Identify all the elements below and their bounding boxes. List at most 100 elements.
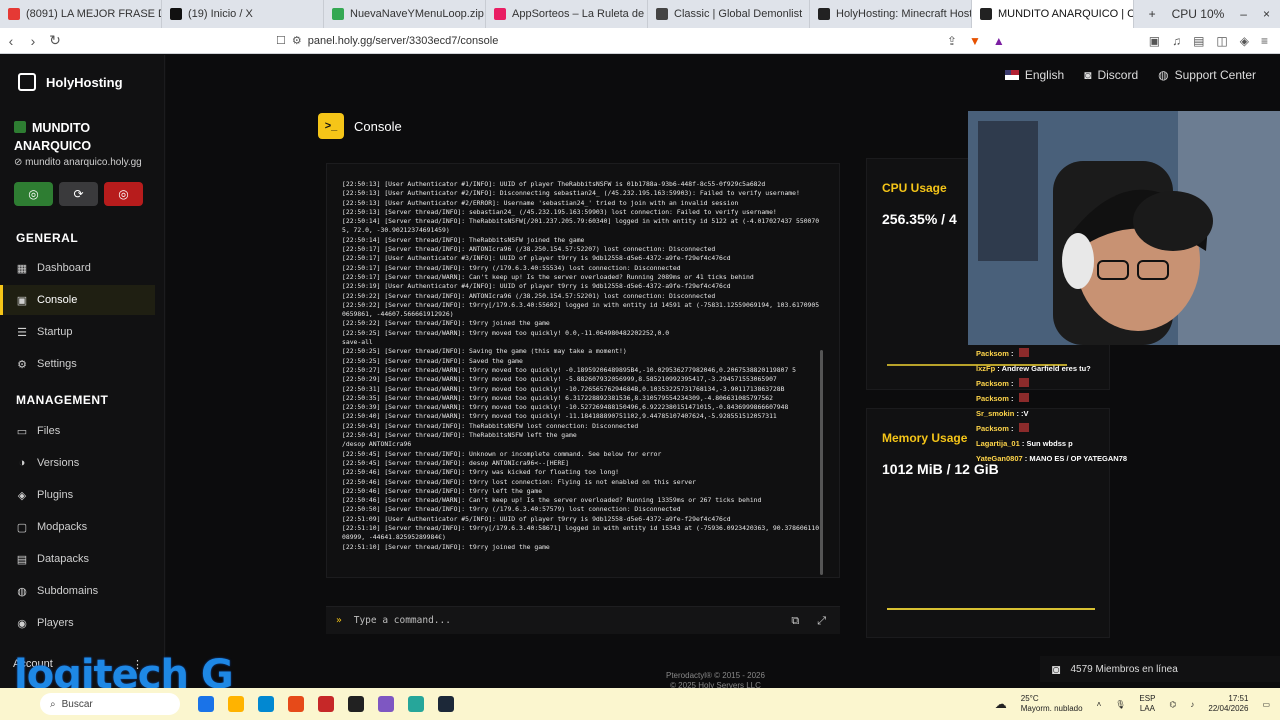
power-controls: ◎ ⟳ ◎ <box>14 182 143 206</box>
power-off-icon: ◎ <box>118 187 129 201</box>
browser-tab[interactable]: MUNDITO ANARQUICO | Conso× <box>972 0 1134 28</box>
console-output[interactable]: [22:50:13] [User Authenticator #1/INFO]:… <box>326 163 840 578</box>
start-button[interactable]: ◎ <box>14 182 53 206</box>
media-icon[interactable]: ♫ <box>1172 34 1181 48</box>
bookmark-icon[interactable]: ☐ <box>276 34 286 47</box>
weather-widget[interactable]: 25°C Mayorm. nublado <box>1021 694 1083 714</box>
browser-tab[interactable]: AppSorteos – La Ruleta de la Suerte <box>486 0 648 28</box>
taskbar-search[interactable]: ⌕ Buscar <box>40 693 180 715</box>
app-store-icon[interactable] <box>258 696 274 712</box>
sidebar-item-subdomains[interactable]: ◍ Subdomains <box>0 576 155 606</box>
database-icon: ▤ <box>16 553 28 566</box>
minimize-icon[interactable]: – <box>1240 7 1247 21</box>
close-window-icon[interactable]: × <box>1263 7 1270 21</box>
app-video-icon[interactable] <box>318 696 334 712</box>
webcam-image <box>968 111 1280 345</box>
app-steam-icon[interactable] <box>438 696 454 712</box>
holyhosting-logo-icon <box>18 73 36 91</box>
menu-icon[interactable]: ≡ <box>1261 34 1268 48</box>
browser-tab[interactable]: HolyHosting: Minecraft Hosting <box>810 0 972 28</box>
chat-emote-icon <box>1018 393 1029 402</box>
chat-username: lxzFp <box>976 364 996 373</box>
discord-icon: ◙ <box>1052 661 1061 677</box>
tray-chevron-icon[interactable]: ˄ <box>1097 700 1102 709</box>
stream-chat: Packsom : lxzFp : Andrew Garfield eres t… <box>976 346 1196 466</box>
url-field[interactable]: ☐ ⚙ panel.holy.gg/server/3303ecd7/consol… <box>276 34 498 48</box>
sidebar-item-settings[interactable]: ⚙ Settings <box>0 349 155 379</box>
chat-separator: : <box>1008 394 1016 403</box>
support-center-link[interactable]: ◍ Support Center <box>1158 68 1256 82</box>
sidebar-item-modpacks[interactable]: ▢ Modpacks <box>0 512 155 542</box>
chat-message: Packsom : <box>976 376 1196 391</box>
app-brave-icon[interactable] <box>288 696 304 712</box>
copy-icon[interactable]: ⧉ <box>791 614 799 628</box>
discord-link[interactable]: ◙ Discord <box>1084 68 1138 82</box>
console-scrollbar[interactable] <box>820 350 823 575</box>
clock[interactable]: 17:51 22/04/2026 <box>1208 694 1248 714</box>
fullscreen-icon[interactable]: ⤢ <box>817 614 826 628</box>
extensions-icon[interactable]: ▣ <box>1149 34 1160 48</box>
back-icon[interactable]: ‹ <box>0 33 22 49</box>
sidebar-item-dashboard[interactable]: ▦ Dashboard <box>0 253 155 283</box>
restart-icon: ⟳ <box>73 187 84 201</box>
browser-tab[interactable]: Classic | Global Demonlist <box>648 0 810 28</box>
wallet-icon[interactable]: ◫ <box>1216 34 1227 48</box>
tab-favicon-icon <box>8 8 20 20</box>
brave-shield-icon[interactable]: ▼ <box>969 34 981 48</box>
reload-icon[interactable]: ↻ <box>44 32 66 49</box>
cpu-usage-value: 256.35% / 4 <box>882 211 957 227</box>
page-title: Console <box>354 118 402 134</box>
chat-username: Packsom <box>976 394 1009 403</box>
sidebar-item-players[interactable]: ◉ Players <box>0 608 155 638</box>
sliders-icon: ☰ <box>17 326 27 339</box>
app-launcher-icon[interactable] <box>408 696 424 712</box>
brand[interactable]: HolyHosting <box>18 73 123 91</box>
command-input[interactable]: » Type a command... ⧉ ⤢ <box>326 606 840 634</box>
tab-favicon-icon <box>494 8 506 20</box>
sidebar-item-label: Dashboard <box>37 262 91 274</box>
tab-favicon-icon <box>656 8 668 20</box>
sidebar-item-console[interactable]: ▣ Console <box>0 285 155 315</box>
tab-favicon-icon <box>980 8 992 20</box>
brand-name: HolyHosting <box>46 74 123 90</box>
tab-title: AppSorteos – La Ruleta de la Suerte <box>512 8 647 20</box>
restart-button[interactable]: ⟳ <box>59 182 98 206</box>
network-icon[interactable]: ⌬ <box>1169 700 1176 709</box>
footer-line-1: Pterodactyl® © 2015 - 2026 <box>666 671 765 680</box>
notifications-icon[interactable]: ▭ <box>1262 700 1270 709</box>
browser-tab[interactable]: (19) Inicio / X <box>162 0 324 28</box>
forward-icon[interactable]: › <box>22 33 44 49</box>
brave-rewards-icon[interactable]: ▲ <box>993 34 1005 48</box>
language-indicator[interactable]: ESP LAA <box>1139 694 1155 714</box>
browser-tab[interactable]: (8091) LA MEJOR FRASE DE ADAM S <box>0 0 162 28</box>
app-explorer-icon[interactable] <box>228 696 244 712</box>
vpn-icon[interactable]: ◈ <box>1240 34 1249 48</box>
sidebar-item-datapacks[interactable]: ▤ Datapacks <box>0 544 155 574</box>
chat-separator: : <box>1008 379 1016 388</box>
chat-username: Lagartija_01 <box>976 439 1020 448</box>
server-status-icon <box>14 121 26 133</box>
language-selector[interactable]: English <box>1004 68 1064 82</box>
weather-desc: Mayorm. nublado <box>1020 704 1083 713</box>
server-name-block: MUNDITO ANARQUICO <box>14 119 154 155</box>
volume-icon[interactable]: ♪ <box>1190 700 1194 709</box>
sidebar-item-plugins[interactable]: ◈ Plugins <box>0 480 155 510</box>
app-discord-icon[interactable] <box>378 696 394 712</box>
sidebar-item-startup[interactable]: ☰ Startup <box>0 317 155 347</box>
app-files-icon[interactable] <box>198 696 214 712</box>
browser-tab[interactable]: NuevaNaveYMenuLoop.zip - Google <box>324 0 486 28</box>
sidebar-item-files[interactable]: ▭ Files <box>0 416 155 446</box>
new-tab-icon[interactable]: + <box>1149 7 1156 21</box>
app-obs-icon[interactable] <box>348 696 364 712</box>
weather-icon[interactable]: ☁ <box>995 697 1007 711</box>
microphone-icon[interactable]: 🎙 <box>1115 700 1125 709</box>
site-info-icon[interactable]: ⚙ <box>292 34 302 47</box>
chat-username: Sr_smokin <box>976 409 1015 418</box>
lang-code: ESP <box>1139 694 1156 703</box>
grid-icon: ▦ <box>16 262 28 275</box>
users-icon: ◉ <box>17 617 27 630</box>
stop-button[interactable]: ◎ <box>104 182 143 206</box>
sidebar-toggle-icon[interactable]: ▤ <box>1193 34 1204 48</box>
share-icon[interactable]: ⇪ <box>947 34 957 48</box>
sidebar-item-versions[interactable]: ◑ Versions <box>0 448 155 478</box>
